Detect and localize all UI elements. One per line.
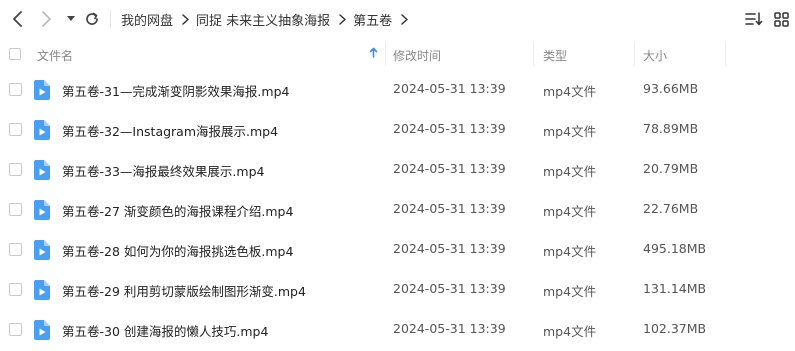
file-row[interactable]: 第五卷-28 如何为你的海报挑选色板.mp4 2024-05-31 13:39 … <box>0 230 795 270</box>
file-modified: 2024-05-31 13:39 <box>393 81 506 96</box>
refresh-button[interactable] <box>82 8 102 30</box>
file-name[interactable]: 第五卷-33—海报最终效果展示.mp4 <box>62 161 264 180</box>
file-type: mp4文件 <box>543 244 597 259</box>
video-file-icon <box>34 160 50 180</box>
video-file-icon <box>34 280 50 300</box>
back-button[interactable] <box>8 8 28 30</box>
column-header-name[interactable]: 文件名 <box>37 47 73 64</box>
file-type: mp4文件 <box>543 84 597 99</box>
row-checkbox[interactable] <box>9 203 22 216</box>
file-type: mp4文件 <box>543 284 597 299</box>
row-checkbox[interactable] <box>9 123 22 136</box>
row-checkbox[interactable] <box>9 243 22 256</box>
file-type: mp4文件 <box>543 124 597 139</box>
file-modified: 2024-05-31 13:39 <box>393 201 506 216</box>
toolbar: 我的网盘 同捉 未来主义抽象海报 第五卷 <box>0 0 795 38</box>
file-modified: 2024-05-31 13:39 <box>393 241 506 256</box>
file-modified: 2024-05-31 13:39 <box>393 321 506 336</box>
row-checkbox[interactable] <box>9 83 22 96</box>
breadcrumb-separator-icon <box>339 13 346 25</box>
breadcrumb-current[interactable]: 第五卷 <box>353 10 392 29</box>
column-header-size[interactable]: 大小 <box>643 47 667 64</box>
chevron-left-icon <box>13 11 22 27</box>
file-row[interactable]: 第五卷-33—海报最终效果展示.mp4 2024-05-31 13:39 mp4… <box>0 150 795 190</box>
file-size: 20.79MB <box>643 161 699 176</box>
file-row[interactable]: 第五卷-32—Instagram海报展示.mp4 2024-05-31 13:3… <box>0 110 795 150</box>
sort-ascending-icon[interactable] <box>369 47 378 61</box>
file-size: 78.89MB <box>643 121 699 136</box>
column-header-modified[interactable]: 修改时间 <box>393 47 441 64</box>
file-modified: 2024-05-31 13:39 <box>393 281 506 296</box>
chevron-right-icon <box>42 11 51 27</box>
forward-button[interactable] <box>36 8 56 30</box>
breadcrumb-root[interactable]: 我的网盘 <box>121 10 173 29</box>
history-dropdown-button[interactable] <box>64 8 78 30</box>
file-name[interactable]: 第五卷-31—完成渐变阴影效果海报.mp4 <box>62 81 289 100</box>
video-file-icon <box>34 240 50 260</box>
file-row[interactable]: 第五卷-31—完成渐变阴影效果海报.mp4 2024-05-31 13:39 m… <box>0 70 795 110</box>
file-size: 93.66MB <box>643 81 699 96</box>
file-name[interactable]: 第五卷-27 渐变颜色的海报课程介绍.mp4 <box>62 201 293 220</box>
breadcrumb-separator-icon <box>182 13 189 25</box>
video-file-icon <box>34 120 50 140</box>
refresh-icon <box>86 12 98 25</box>
row-checkbox[interactable] <box>9 283 22 296</box>
breadcrumb-separator-icon <box>401 13 408 25</box>
file-row[interactable]: 第五卷-27 渐变颜色的海报课程介绍.mp4 2024-05-31 13:39 … <box>0 190 795 230</box>
file-size: 22.76MB <box>643 201 699 216</box>
toolbar-divider <box>110 10 111 28</box>
file-name[interactable]: 第五卷-32—Instagram海报展示.mp4 <box>62 121 278 140</box>
row-checkbox[interactable] <box>9 163 22 176</box>
file-type: mp4文件 <box>543 164 597 179</box>
sort-list-icon <box>745 12 763 26</box>
grid-view-button[interactable] <box>772 8 790 30</box>
file-modified: 2024-05-31 13:39 <box>393 121 506 136</box>
file-type: mp4文件 <box>543 204 597 219</box>
column-divider[interactable] <box>634 42 635 66</box>
select-all-checkbox[interactable] <box>9 48 21 60</box>
row-checkbox[interactable] <box>9 323 22 336</box>
column-divider[interactable] <box>385 42 386 66</box>
file-modified: 2024-05-31 13:39 <box>393 161 506 176</box>
column-divider[interactable] <box>533 42 534 66</box>
column-header-type[interactable]: 类型 <box>543 47 567 64</box>
file-row[interactable]: 第五卷-30 创建海报的懒人技巧.mp4 2024-05-31 13:39 mp… <box>0 310 795 350</box>
file-name[interactable]: 第五卷-29 利用剪切蒙版绘制图形渐变.mp4 <box>62 281 306 300</box>
file-row[interactable]: 第五卷-29 利用剪切蒙版绘制图形渐变.mp4 2024-05-31 13:39… <box>0 270 795 310</box>
file-type: mp4文件 <box>543 324 597 339</box>
video-file-icon <box>34 200 50 220</box>
file-name[interactable]: 第五卷-30 创建海报的懒人技巧.mp4 <box>62 321 268 340</box>
video-file-icon <box>34 80 50 100</box>
file-name[interactable]: 第五卷-28 如何为你的海报挑选色板.mp4 <box>62 241 293 260</box>
breadcrumb: 我的网盘 同捉 未来主义抽象海报 第五卷 <box>121 10 415 29</box>
file-size: 102.37MB <box>643 321 707 336</box>
breadcrumb-folder[interactable]: 同捉 未来主义抽象海报 <box>196 10 330 29</box>
column-divider[interactable] <box>725 42 726 66</box>
file-list-header: 文件名 修改时间 类型 大小 <box>0 38 795 70</box>
video-file-icon <box>34 320 50 340</box>
file-size: 495.18MB <box>643 241 707 256</box>
caret-down-icon <box>67 16 75 21</box>
grid-view-icon <box>773 11 789 27</box>
file-size: 131.14MB <box>643 281 707 296</box>
sort-options-button[interactable] <box>744 8 764 30</box>
